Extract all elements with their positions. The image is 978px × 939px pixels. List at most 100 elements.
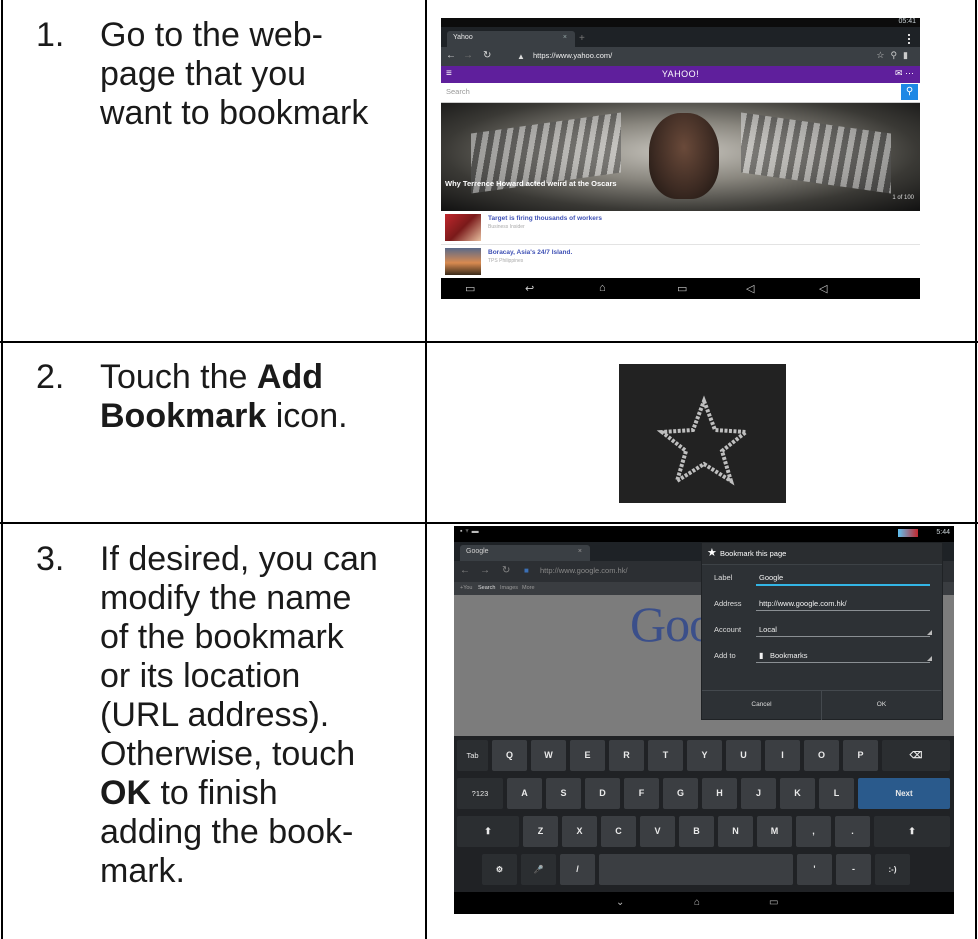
key-h[interactable]: H xyxy=(702,778,737,809)
bookmark-star-icon[interactable]: ☆ xyxy=(876,50,890,60)
backspace-icon[interactable]: ⌫ xyxy=(882,740,950,771)
hide-keyboard-icon[interactable]: ⌄ xyxy=(616,897,624,908)
star-icon[interactable] xyxy=(619,364,786,503)
key-e[interactable]: E xyxy=(570,740,605,771)
addto-select[interactable]: Bookmarks xyxy=(770,651,808,660)
label-field[interactable]: Google xyxy=(759,573,783,582)
key-x[interactable]: X xyxy=(562,816,597,847)
key-f[interactable]: F xyxy=(624,778,659,809)
key-tab[interactable]: Tab xyxy=(457,740,488,771)
url-field[interactable]: https://www.yahoo.com/ xyxy=(533,51,612,60)
home-icon[interactable]: ⌂ xyxy=(599,282,606,294)
address-row: Address http://www.google.com.hk/ xyxy=(702,591,942,617)
browser-tab[interactable]: Google × xyxy=(460,545,590,561)
field-underline xyxy=(756,610,930,611)
step-line: page that you xyxy=(100,55,307,93)
key-k[interactable]: K xyxy=(780,778,815,809)
account-select[interactable]: Local xyxy=(759,625,777,634)
key-j[interactable]: J xyxy=(741,778,776,809)
key-c[interactable]: C xyxy=(601,816,636,847)
key-slash[interactable]: / xyxy=(560,854,595,885)
subnav-link[interactable]: More xyxy=(522,585,535,591)
list-item[interactable]: Target is firing thousands of workers Bu… xyxy=(441,211,920,245)
address-key: Address xyxy=(714,599,742,608)
key-n[interactable]: N xyxy=(718,816,753,847)
lock-icon: ▲ xyxy=(517,52,525,61)
subnav-link[interactable]: Images xyxy=(500,585,518,591)
key-y[interactable]: Y xyxy=(687,740,722,771)
bookmarks-icon[interactable]: ▮ xyxy=(903,50,914,60)
hero-image[interactable]: Why Terrence Howard acted weird at the O… xyxy=(441,103,920,211)
key-comma[interactable]: , xyxy=(796,816,831,847)
hero-caption[interactable]: Why Terrence Howard acted weird at the O… xyxy=(445,179,625,189)
key-dash[interactable]: - xyxy=(836,854,871,885)
next-button[interactable]: Next xyxy=(858,778,950,809)
shift-icon[interactable]: ⬆ xyxy=(457,816,519,847)
reload-icon[interactable]: ↻ xyxy=(502,565,510,576)
key-symbols[interactable]: ?123 xyxy=(457,778,503,809)
overflow-menu-icon[interactable] xyxy=(908,34,912,44)
screenshot-icon[interactable]: ▭ xyxy=(465,282,475,295)
back-nav-icon[interactable]: ↩ xyxy=(525,282,534,295)
android-nav-bar: ⌄ ⌂ ▭ xyxy=(454,892,954,914)
step-line: adding the book- xyxy=(100,813,354,851)
dialog-header: ★ Bookmark this page xyxy=(702,543,942,565)
key-i[interactable]: I xyxy=(765,740,800,771)
browser-tab[interactable]: Yahoo × xyxy=(447,31,575,47)
key-r[interactable]: R xyxy=(609,740,644,771)
key-s[interactable]: S xyxy=(546,778,581,809)
cancel-label: Cancel xyxy=(751,701,772,708)
settings-icon[interactable]: ⚙ xyxy=(482,854,517,885)
key-o[interactable]: O xyxy=(804,740,839,771)
search-button[interactable]: ⚲ xyxy=(901,84,918,100)
home-icon[interactable]: ⌂ xyxy=(694,897,700,908)
page-icon: ■ xyxy=(524,566,529,575)
key-q[interactable]: Q xyxy=(492,740,527,771)
ok-button[interactable]: OK xyxy=(822,690,941,720)
address-field[interactable]: http://www.google.com.hk/ xyxy=(759,599,847,608)
key-w[interactable]: W xyxy=(531,740,566,771)
subnav-link[interactable]: Search xyxy=(478,585,495,591)
forward-icon[interactable]: → xyxy=(463,50,473,61)
recent-apps-icon[interactable]: ▭ xyxy=(677,282,687,295)
key-g[interactable]: G xyxy=(663,778,698,809)
key-u[interactable]: U xyxy=(726,740,761,771)
key-p[interactable]: P xyxy=(843,740,878,771)
close-tab-icon[interactable]: × xyxy=(563,34,567,41)
key-apostrophe[interactable]: ' xyxy=(797,854,832,885)
key-v[interactable]: V xyxy=(640,816,675,847)
key-z[interactable]: Z xyxy=(523,816,558,847)
bookmark-dialog-screenshot: ▪ ♆ ▬ 5:44 Google × ← → ↻ ■ http://www.g… xyxy=(454,526,954,914)
list-item[interactable]: Boracay, Asia's 24/7 Island. TPS Philipp… xyxy=(441,245,920,279)
subnav-link[interactable]: +You xyxy=(460,585,473,591)
reload-icon[interactable]: ↻ xyxy=(483,50,491,61)
microphone-icon[interactable]: 🎤 xyxy=(521,854,556,885)
smiley-key[interactable]: :-) xyxy=(875,854,910,885)
volume-up-icon[interactable]: ◁ xyxy=(819,282,827,295)
close-tab-icon[interactable]: × xyxy=(578,548,582,555)
key-a[interactable]: A xyxy=(507,778,542,809)
add-bookmark-icon-screenshot xyxy=(619,364,786,503)
back-icon[interactable]: ← xyxy=(460,565,470,576)
key-t[interactable]: T xyxy=(648,740,683,771)
key-d[interactable]: D xyxy=(585,778,620,809)
mail-icon[interactable]: ✉ ⋯ xyxy=(895,68,914,79)
yahoo-header: ≡ YAHOO! ✉ ⋯ xyxy=(441,66,920,83)
key-l[interactable]: L xyxy=(819,778,854,809)
key-m[interactable]: M xyxy=(757,816,792,847)
url-field[interactable]: http://www.google.com.hk/ xyxy=(540,566,628,575)
recent-apps-icon[interactable]: ▭ xyxy=(769,897,778,908)
back-icon[interactable]: ← xyxy=(446,50,456,61)
new-tab-icon[interactable]: + xyxy=(579,33,585,44)
space-bar[interactable] xyxy=(599,854,793,885)
search-icon[interactable]: ⚲ xyxy=(890,50,903,60)
step-number: 1. xyxy=(36,16,65,54)
hero-decor xyxy=(741,112,891,194)
shift-icon[interactable]: ⬆ xyxy=(874,816,950,847)
forward-icon[interactable]: → xyxy=(480,565,490,576)
key-b[interactable]: B xyxy=(679,816,714,847)
volume-down-icon[interactable]: ◁ xyxy=(746,282,754,295)
search-input[interactable]: Search xyxy=(446,87,470,96)
cancel-button[interactable]: Cancel xyxy=(702,690,822,720)
key-period[interactable]: . xyxy=(835,816,870,847)
